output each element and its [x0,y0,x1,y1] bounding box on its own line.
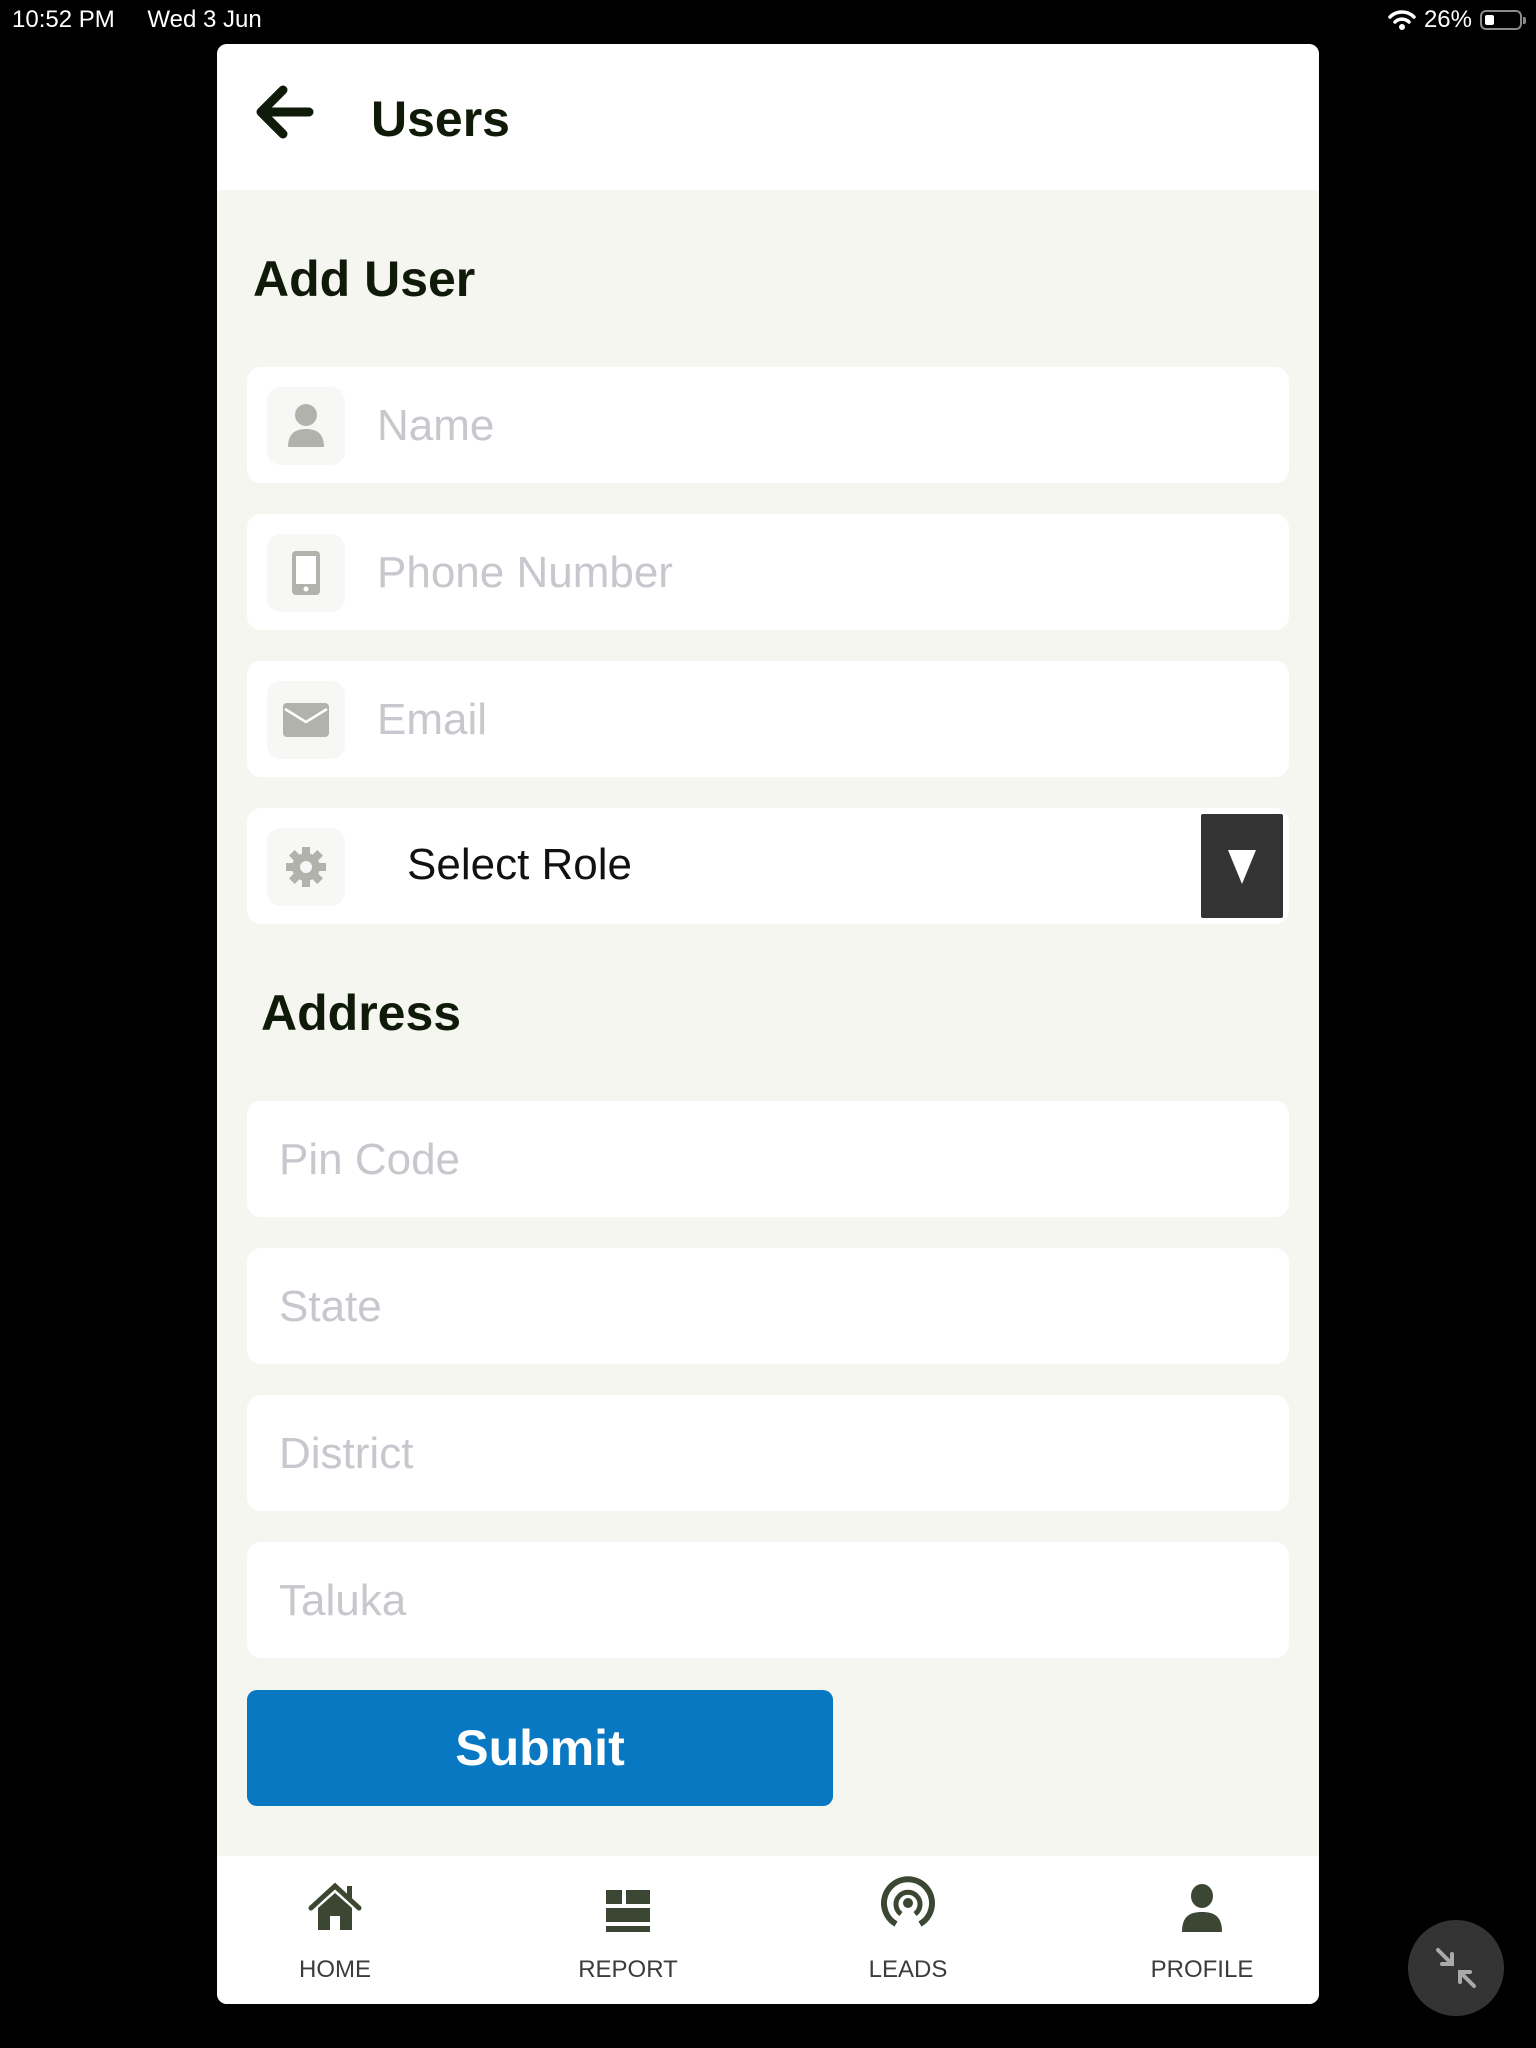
state-field [247,1248,1289,1364]
taluka-input[interactable] [277,1570,1271,1632]
user-icon [1182,1884,1222,1932]
submit-button[interactable]: Submit [247,1690,833,1806]
arrow-left-icon [256,85,314,139]
gear-icon [267,828,345,906]
back-button[interactable] [247,76,319,148]
phone-input[interactable] [375,542,1259,604]
nav-report[interactable]: REPORT [528,1856,728,2004]
name-input[interactable] [375,395,1259,457]
role-select-value: Select Role [407,840,633,889]
role-select[interactable]: Select Role [247,808,1289,924]
nav-leads-label: LEADS [868,1956,948,1983]
pin-code-input[interactable] [277,1129,1271,1191]
phone-field [247,514,1289,630]
broadcast-icon [881,1876,935,1927]
email-field [247,661,1289,777]
triangle-down-icon [1228,850,1256,884]
address-heading: Address [261,985,462,1041]
home-icon [308,1882,362,1930]
app-window: Users Add User Name Phone Number Email S… [217,44,1319,2004]
report-icon [606,1890,650,1932]
taluka-field [247,1542,1289,1658]
nav-profile-label: PROFILE [1150,1956,1254,1983]
user-icon [267,387,345,465]
nav-leads[interactable]: LEADS [808,1856,1008,2004]
district-input[interactable] [277,1423,1271,1485]
pin-code-field [247,1101,1289,1217]
nav-profile[interactable]: PROFILE [1102,1856,1302,2004]
minimize-button[interactable] [1408,1920,1504,2016]
name-field [247,367,1289,483]
role-dropdown-button[interactable] [1201,814,1283,918]
collapse-arrows-icon [1436,1948,1476,1988]
nav-report-label: REPORT [578,1956,678,1983]
battery-icon [1480,10,1526,30]
envelope-icon [267,681,345,759]
wifi-icon [1388,10,1416,30]
email-input[interactable] [375,689,1259,751]
status-bar: 10:52 PM Wed 3 Jun 26% [0,0,1536,40]
app-header: Users [217,44,1319,190]
bottom-nav: HOME REPORT LEADS PROFILE [217,1856,1319,2004]
nav-home[interactable]: HOME [235,1856,435,2004]
page-title: Users [371,91,510,147]
district-field [247,1395,1289,1511]
state-input[interactable] [277,1276,1271,1338]
add-user-heading: Add User [253,251,476,307]
battery-percent: 26% [1423,6,1472,33]
mobile-phone-icon [267,534,345,612]
status-time: 10:52 PM [12,6,115,33]
nav-home-label: HOME [299,1956,371,1983]
status-date: Wed 3 Jun [147,6,262,33]
